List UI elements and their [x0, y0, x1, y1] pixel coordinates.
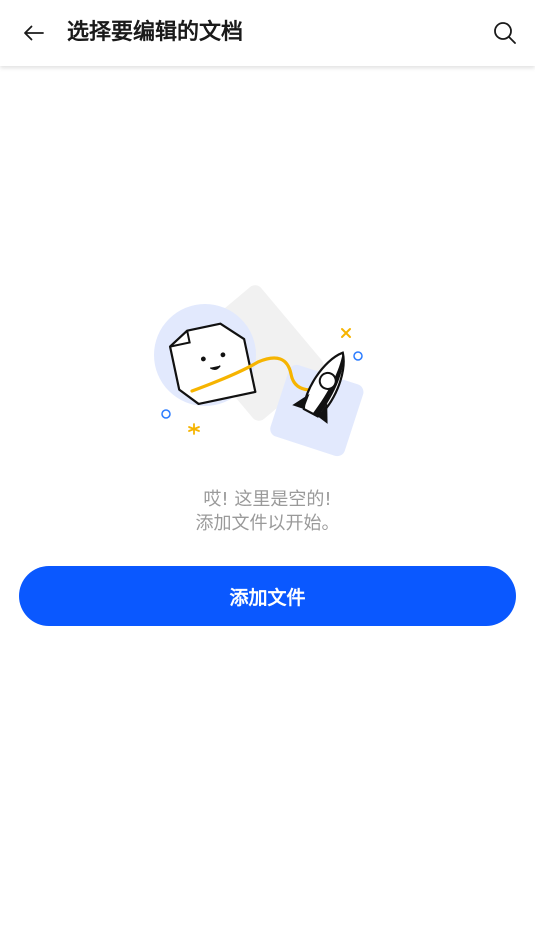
- add-file-button[interactable]: 添加文件: [19, 566, 516, 626]
- back-button[interactable]: [14, 13, 54, 53]
- blue-dot-ring: [353, 351, 363, 361]
- search-icon: [494, 22, 516, 44]
- empty-message-line1: 哎! 这里是空的!: [203, 489, 332, 510]
- blue-dot-ring: [161, 409, 171, 419]
- empty-message-line2: 添加文件以开始。: [195, 513, 340, 534]
- yellow-star-spark: [188, 423, 200, 435]
- yellow-cross-spark: [341, 328, 351, 338]
- app-header: 选择要编辑的文档: [0, 0, 535, 66]
- arrow-left-icon: [24, 25, 44, 41]
- page-title: 选择要编辑的文档: [67, 20, 244, 45]
- search-button[interactable]: [485, 13, 525, 53]
- empty-state-illustration: [154, 285, 364, 457]
